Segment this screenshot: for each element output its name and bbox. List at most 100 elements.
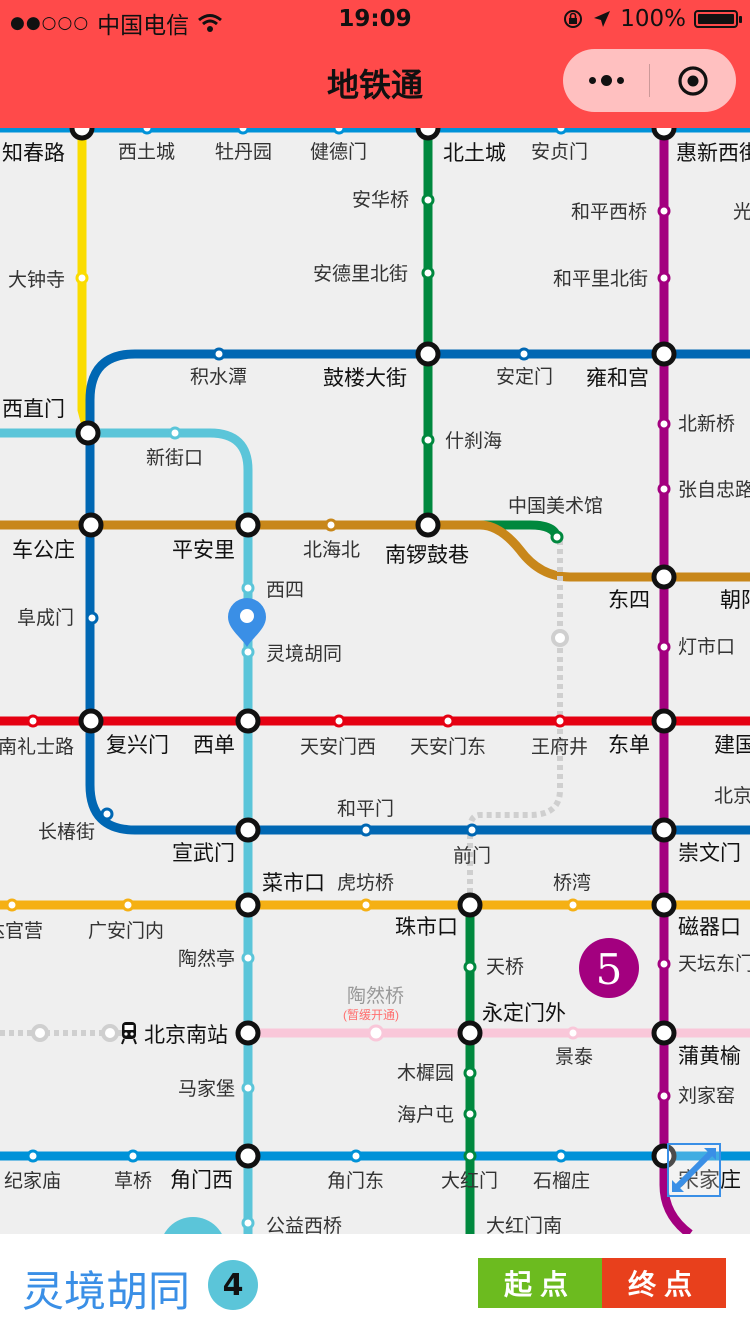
station-dot[interactable] (26, 1149, 40, 1163)
station-label-beijingnanzhan[interactable]: 北京南站 (144, 1024, 228, 1047)
station-label-zhangzizhonglu[interactable]: 张自忠路 (678, 479, 750, 501)
station-label-dahongmen[interactable]: 大红门 (441, 1170, 498, 1192)
transfer-station-dot[interactable] (651, 1020, 677, 1046)
station-label-muxiyuan[interactable]: 木樨园 (397, 1062, 454, 1084)
station-dot[interactable] (5, 898, 19, 912)
station-dot[interactable] (657, 640, 671, 654)
station-dot[interactable] (421, 193, 435, 207)
station-label-xinjiekou[interactable]: 新街口 (146, 447, 203, 469)
station-label-daguanying[interactable]: 达官营 (0, 920, 43, 942)
station-dot[interactable] (324, 518, 338, 532)
station-dot[interactable] (657, 482, 671, 496)
station-label-caoqiao[interactable]: 草桥 (114, 1170, 152, 1192)
station-dot[interactable] (463, 1149, 477, 1163)
station-label-nanlishilu[interactable]: 南礼士路 (0, 736, 74, 758)
station-dot[interactable] (126, 1149, 140, 1163)
subway-map[interactable]: 知春路 西土城 牡丹园 健德门 北土城 安贞门 惠新西街 安华桥 和平西桥 光 … (0, 128, 750, 1234)
station-dot[interactable] (168, 426, 182, 440)
transfer-station-dot[interactable] (651, 817, 677, 843)
more-button[interactable] (563, 49, 649, 112)
station-label-tiananmendong[interactable]: 天安门东 (410, 736, 486, 758)
station-label-qiaowan[interactable]: 桥湾 (553, 872, 591, 894)
transfer-station-dot[interactable] (651, 341, 677, 367)
expand-map-icon[interactable] (667, 1143, 721, 1197)
station-label-andelibeijie[interactable]: 安德里北街 (313, 263, 408, 285)
station-dot[interactable] (554, 128, 568, 135)
transfer-station-dot[interactable] (78, 512, 104, 538)
station-label-caishikou[interactable]: 菜市口 (262, 872, 325, 895)
station-dot[interactable] (241, 1216, 255, 1230)
transfer-station-dot[interactable] (235, 892, 261, 918)
station-label-beixinqiao[interactable]: 北新桥 (678, 413, 735, 435)
station-label-zhushikou[interactable]: 珠市口 (395, 916, 458, 939)
station-label-guanganmennei[interactable]: 广安门内 (88, 920, 164, 942)
station-label-anhuaqiao[interactable]: 安华桥 (352, 189, 409, 211)
transfer-station-dot[interactable] (235, 512, 261, 538)
station-label-taorantin[interactable]: 陶然亭 (178, 948, 235, 970)
station-label-xitucheng[interactable]: 西土城 (118, 141, 175, 163)
station-label-shiliuzhuang[interactable]: 石榴庄 (533, 1170, 590, 1192)
station-dot[interactable] (441, 714, 455, 728)
station-label-chaoyang[interactable]: 朝阳 (720, 589, 750, 612)
transfer-station-dot[interactable] (78, 708, 104, 734)
station-dot[interactable] (463, 960, 477, 974)
station-label-xisi[interactable]: 西四 (266, 580, 304, 601)
station-label-chongwenmen[interactable]: 崇文门 (678, 842, 741, 865)
station-label-beitucheng[interactable]: 北土城 (443, 142, 506, 165)
station-label-guloudajie[interactable]: 鼓楼大街 (323, 367, 407, 390)
station-label-jingtai[interactable]: 景泰 (555, 1046, 593, 1068)
station-dot[interactable] (657, 957, 671, 971)
station-label-dahongmennan[interactable]: 大红门南 (486, 1215, 562, 1234)
transfer-station-dot[interactable] (75, 420, 101, 446)
station-dot[interactable] (553, 714, 567, 728)
station-label-mudanyuan[interactable]: 牡丹园 (215, 141, 272, 163)
station-label-zhichunlu[interactable]: 知春路 (2, 142, 65, 165)
station-label-yonghegong[interactable]: 雍和宫 (586, 367, 649, 390)
transfer-station-dot[interactable] (69, 128, 95, 141)
station-dot[interactable] (517, 347, 531, 361)
station-label-yongdingmenwai[interactable]: 永定门外 (482, 1002, 566, 1025)
station-label-haihutun[interactable]: 海户屯 (397, 1104, 454, 1126)
station-dot[interactable] (85, 611, 99, 625)
station-label-jiandemen[interactable]: 健德门 (310, 141, 367, 163)
station-dot[interactable] (566, 1026, 580, 1040)
station-label-wangfujing[interactable]: 王府井 (531, 736, 588, 758)
station-dot[interactable] (236, 128, 250, 135)
station-label-nanluoguxiang[interactable]: 南锣鼓巷 (385, 544, 469, 567)
close-button[interactable] (650, 49, 736, 112)
station-label-jiaomenxi[interactable]: 角门西 (170, 1169, 233, 1192)
station-dot[interactable] (465, 823, 479, 837)
station-label-dengshikou[interactable]: 灯市口 (678, 636, 735, 658)
station-label-beihaibei[interactable]: 北海北 (303, 539, 360, 561)
station-label-tianqiao[interactable]: 天桥 (486, 956, 524, 978)
station-dot[interactable] (100, 807, 114, 821)
set-start-button[interactable]: 起点 (478, 1258, 602, 1308)
station-dot[interactable] (421, 433, 435, 447)
station-label-xizhimen[interactable]: 西直门 (2, 398, 65, 421)
transfer-station-dot[interactable] (235, 817, 261, 843)
station-label-jijiamiao[interactable]: 纪家庙 (4, 1170, 61, 1192)
station-dot[interactable] (657, 271, 671, 285)
station-dot[interactable] (359, 898, 373, 912)
station-label-liujiayao[interactable]: 刘家窑 (678, 1085, 735, 1107)
station-label-taoranqiao[interactable]: 陶然桥 (347, 985, 404, 1007)
station-label-lingjinghutong[interactable]: 灵境胡同 (266, 643, 342, 665)
station-dot[interactable] (121, 898, 135, 912)
station-dot[interactable] (332, 714, 346, 728)
station-label-hepinglibeijie[interactable]: 和平里北街 (553, 268, 648, 290)
transfer-station-dot[interactable] (235, 708, 261, 734)
station-label-gongyixiqiao[interactable]: 公益西桥 (266, 1215, 342, 1234)
station-label-dongdan[interactable]: 东单 (608, 734, 650, 757)
station-label-changchunjie[interactable]: 长椿街 (38, 821, 95, 843)
station-dot[interactable] (359, 823, 373, 837)
station-label-xidan[interactable]: 西单 (193, 734, 235, 757)
station-dot[interactable] (212, 347, 226, 361)
transfer-station-dot[interactable] (457, 892, 483, 918)
station-dot[interactable] (566, 898, 580, 912)
station-dot[interactable] (140, 128, 154, 135)
station-dot[interactable] (349, 1149, 363, 1163)
station-label-andingmen[interactable]: 安定门 (496, 366, 553, 388)
station-label-pinganli[interactable]: 平安里 (172, 539, 235, 562)
station-label-hepingmen[interactable]: 和平门 (337, 798, 394, 820)
station-label-chegongzhuang[interactable]: 车公庄 (12, 539, 75, 562)
